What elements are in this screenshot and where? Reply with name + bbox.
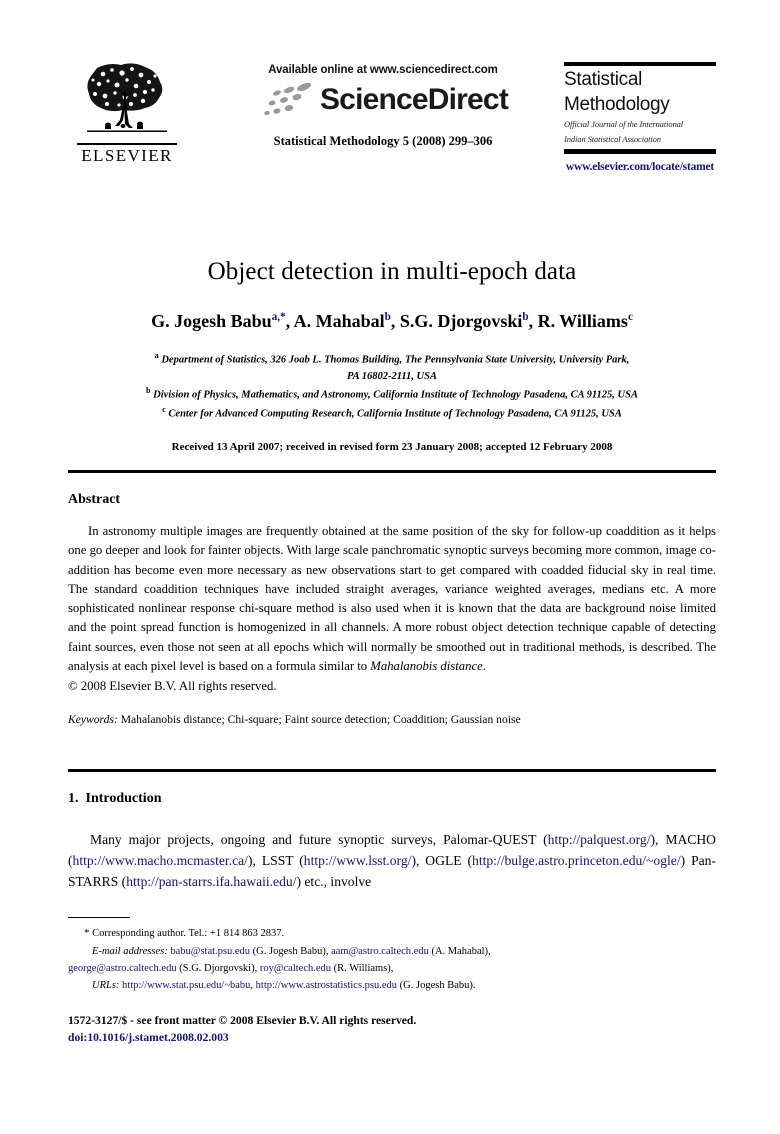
- email-person-0: (G. Jogesh Babu),: [250, 945, 332, 957]
- link-ogle[interactable]: http://bulge.astro.princeton.edu/~ogle/: [472, 853, 681, 868]
- link-palquest[interactable]: http://palquest.org/: [548, 832, 651, 847]
- keywords-label: Keywords:: [68, 713, 118, 727]
- elsevier-divider: [77, 143, 177, 145]
- received-dates: Received 13 April 2007; received in revi…: [171, 441, 613, 454]
- journal-citation: Statistical Methodology 5 (2008) 299–306: [273, 134, 493, 148]
- affiliation-item: c Center for Advanced Computing Research…: [68, 404, 716, 423]
- sciencedirect-wordmark: ScienceDirect: [319, 83, 509, 116]
- link-panstarrs[interactable]: http://pan-starrs.ifa.hawaii.edu/: [126, 874, 296, 889]
- introduction-paragraph: Many major projects, ongoing and future …: [68, 829, 716, 892]
- asterisk-mark: *: [84, 927, 90, 939]
- page-title: Object detection in multi-epoch data: [207, 257, 577, 285]
- corresponding-author-note: * Corresponding author. Tel.: +1 814 863…: [68, 925, 716, 943]
- author-affil-mark[interactable]: a,*: [272, 311, 286, 323]
- affil-mark: c: [162, 404, 166, 414]
- email-person-3: (R. Williams),: [331, 962, 394, 974]
- doi-link[interactable]: doi:10.1016/j.stamet.2008.02.003: [68, 1029, 716, 1046]
- email-person-1: (A. Mahabal),: [428, 945, 491, 957]
- intro-text-seg3: ), LSST (: [247, 853, 304, 869]
- elsevier-tree-icon: [87, 63, 167, 132]
- link-macho[interactable]: http://www.macho.mcmaster.ca/: [73, 853, 248, 868]
- affil-mark: a: [154, 350, 159, 360]
- abstract-text-part1: In astronomy multiple images are frequen…: [68, 524, 716, 674]
- abstract-copyright: © 2008 Elsevier B.V. All rights reserved…: [68, 679, 277, 694]
- abstract-text-italic: Mahalanobis distance: [370, 659, 483, 674]
- introduction-section: 1. Introduction Many major projects, ongo…: [68, 791, 716, 892]
- author-name: S.G. Djorgovski: [399, 310, 523, 331]
- email-addresses-line2: george@astro.caltech.edu (S.G. Djorgovsk…: [68, 960, 716, 977]
- email-babu[interactable]: babu@stat.psu.edu: [170, 946, 250, 957]
- author-entry: A. Mahabalb: [294, 311, 391, 331]
- affiliation-list: a Department of Statistics, 326 Joab L. …: [68, 350, 716, 423]
- affil-text: Center for Advanced Computing Research, …: [168, 408, 622, 420]
- title-block: Object detection in multi-epoch data G. …: [68, 240, 716, 454]
- sciencedirect-logo-row: ScienceDirect: [218, 78, 548, 122]
- available-online-text: Available online at www.sciencedirect.co…: [268, 64, 498, 76]
- affiliation-item: b Division of Physics, Mathematics, and …: [68, 385, 716, 404]
- author-name: A. Mahabal: [293, 310, 385, 331]
- affil-mark: b: [146, 385, 151, 395]
- link-lsst[interactable]: http://www.lsst.org/: [304, 853, 412, 868]
- abstract-text: In astronomy multiple images are frequen…: [68, 522, 716, 676]
- email-roy[interactable]: roy@caltech.edu: [260, 963, 331, 974]
- email-person-2: (S.G. Djorgovski),: [176, 962, 260, 974]
- email-george[interactable]: george@astro.caltech.edu: [68, 963, 177, 974]
- urls-label: URLs:: [92, 979, 120, 991]
- sciencedirect-logo: Available online at www.sciencedirect.co…: [218, 64, 548, 149]
- sciencedirect-swoosh-icon: [264, 82, 312, 116]
- affil-text: Department of Statistics, 326 Joab L. Th…: [161, 354, 630, 366]
- corresponding-author-text: Corresponding author. Tel.: +1 814 863 2…: [92, 928, 285, 939]
- affil-text: Division of Physics, Mathematics, and As…: [153, 389, 638, 401]
- section-heading-introduction: 1. Introduction: [68, 791, 716, 807]
- keywords-row: Keywords: Mahalanobis distance; Chi-squa…: [68, 713, 716, 726]
- intro-text-seg6: ) etc., involve: [296, 874, 372, 890]
- footnote-block: * Corresponding author. Tel.: +1 814 863…: [68, 925, 716, 994]
- url-stat-psu[interactable]: http://www.stat.psu.edu/~babu: [122, 980, 250, 991]
- journal-subtitle-line1: Official Journal of the International: [564, 119, 684, 130]
- intro-top-divider: [68, 769, 716, 772]
- abstract-heading: Abstract: [68, 492, 121, 507]
- url-astrostatistics[interactable]: http://www.astrostatistics.psu.edu: [256, 980, 397, 991]
- author-name: G. Jogesh Babu: [151, 310, 272, 331]
- author-affil-mark[interactable]: c: [628, 311, 633, 323]
- author-sep: ,: [390, 310, 400, 331]
- author-entry: G. Jogesh Babua,*: [151, 311, 286, 331]
- elsevier-logo: ELSEVIER: [68, 62, 186, 164]
- masthead: ELSEVIER Available online at www.science…: [68, 62, 716, 180]
- author-sep: ,: [285, 310, 294, 331]
- footnote-divider: [68, 917, 130, 919]
- author-entry: R. Williamsc: [538, 311, 633, 331]
- keywords-value: Mahalanobis distance; Chi-square; Faint …: [120, 713, 521, 727]
- urls-line: URLs: http://www.stat.psu.edu/~babu, htt…: [68, 977, 716, 994]
- issn-copyright-line: 1572-3127/$ - see front matter © 2008 El…: [68, 1014, 417, 1027]
- journal-subtitle-line2: Indian Statistical Association: [564, 133, 661, 144]
- journal-title-line2: Methodology: [564, 93, 670, 115]
- section-title: Introduction: [85, 791, 162, 806]
- abstract-text-part2: .: [482, 659, 486, 674]
- author-name: R. Williams: [537, 310, 628, 331]
- affiliation-item: a Department of Statistics, 326 Joab L. …: [68, 350, 716, 369]
- affiliation-item-cont: PA 16802-2111, USA: [347, 370, 437, 382]
- urls-person: (G. Jogesh Babu).: [397, 979, 476, 991]
- journal-cover-box: Statistical Methodology Official Journal…: [564, 62, 716, 173]
- author-entry: S.G. Djorgovskib: [400, 311, 529, 331]
- section-number: 1.: [68, 791, 79, 806]
- email-aam[interactable]: aam@astro.caltech.edu: [331, 946, 429, 957]
- journal-title-line1: Statistical: [564, 69, 643, 90]
- intro-text-seg4: ), OGLE (: [411, 853, 473, 869]
- journal-url-link[interactable]: www.elsevier.com/locate/stamet: [564, 154, 716, 173]
- paper-page: ELSEVIER Available online at www.science…: [0, 0, 780, 1134]
- author-list: G. Jogesh Babua,*, A. Mahabalb, S.G. Djo…: [68, 311, 716, 332]
- email-addresses-line1: E-mail addresses: babu@stat.psu.edu (G. …: [68, 943, 716, 960]
- abstract-section: Abstract In astronomy multiple images ar…: [68, 492, 716, 726]
- elsevier-wordmark: ELSEVIER: [81, 146, 173, 165]
- author-sep: ,: [528, 310, 538, 331]
- page-footer: 1572-3127/$ - see front matter © 2008 El…: [68, 1012, 716, 1047]
- email-label: E-mail addresses:: [92, 945, 168, 957]
- intro-text-seg1: Many major projects, ongoing and future …: [90, 832, 548, 847]
- abstract-top-divider: [68, 470, 716, 473]
